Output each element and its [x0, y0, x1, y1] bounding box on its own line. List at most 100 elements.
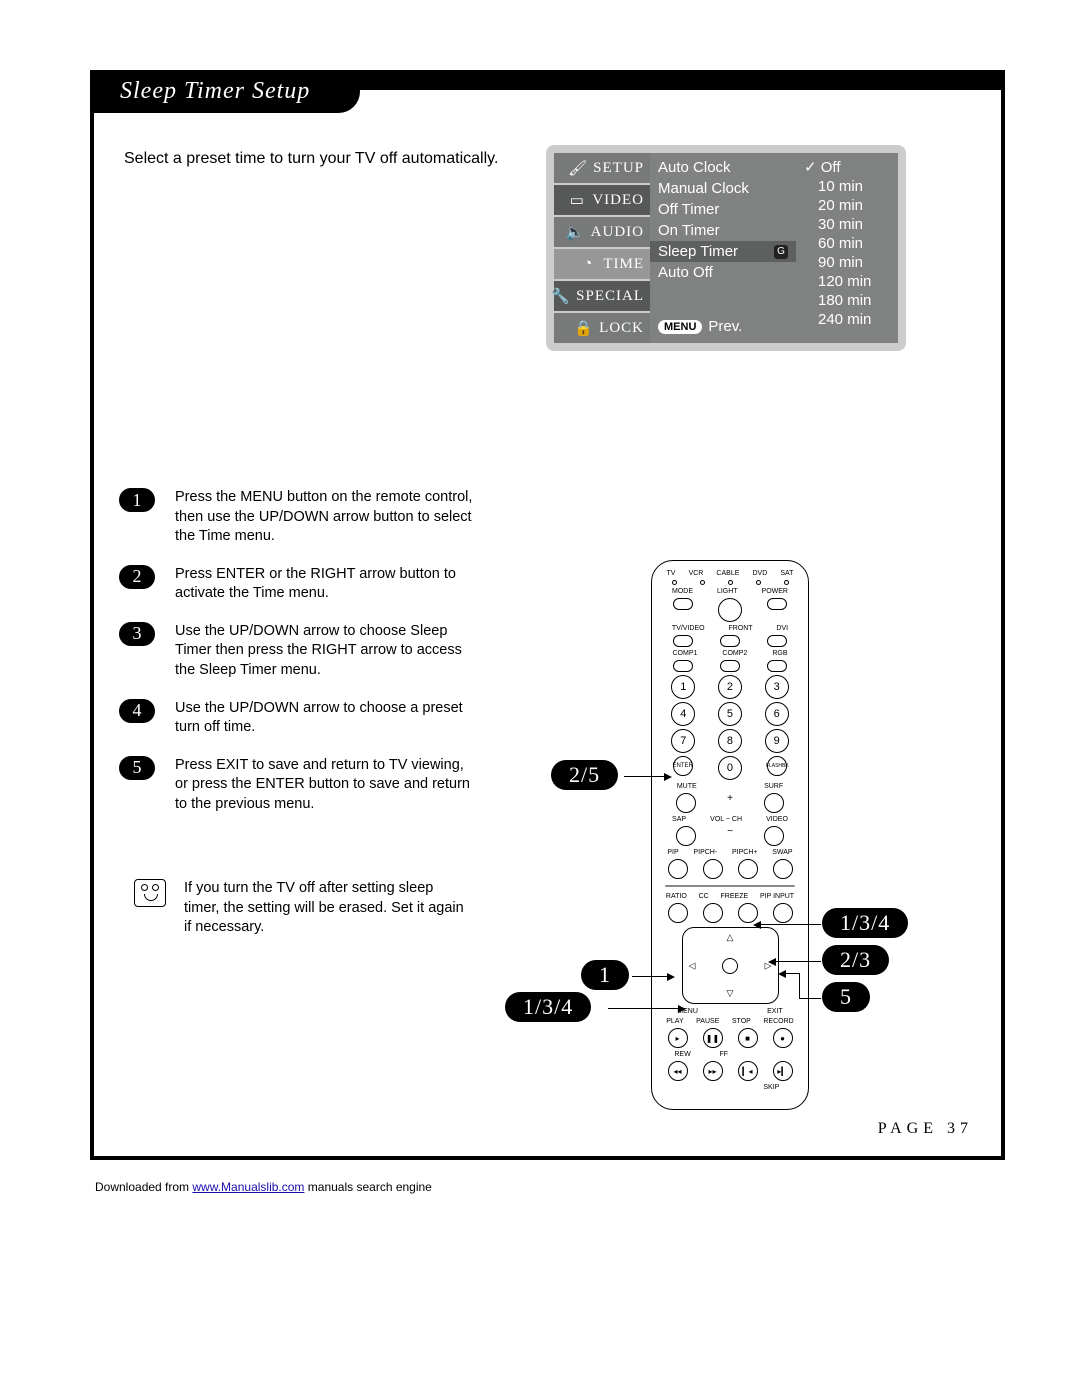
remote-label: SURF: [764, 783, 783, 790]
osd-option: 90 min: [804, 253, 890, 272]
note-box: If you turn the TV off after setting sle…: [134, 879, 464, 938]
osd-item: Auto Clock: [658, 157, 788, 178]
wrench-icon: 🔧: [552, 287, 570, 305]
surf-btn: [764, 793, 784, 813]
remote-label: CABLE: [716, 570, 739, 577]
remote-label: VIDEO: [766, 816, 788, 823]
manual-page: Sleep Timer Setup Select a preset time t…: [90, 70, 1005, 1160]
clock-icon: ◔: [579, 255, 597, 273]
remote-label: FRONT: [728, 625, 752, 632]
osd-tab-lock: 🔒 LOCK: [554, 313, 650, 343]
callout-2-3: 2/3: [822, 945, 889, 975]
callout-line: [799, 973, 800, 998]
remote-label: FREEZE: [721, 893, 749, 900]
remote-label: DVD: [752, 570, 767, 577]
osd-option: 180 min: [804, 291, 890, 310]
remote-dpad: △▽◁▷: [682, 927, 779, 1004]
step-number: 5: [119, 756, 155, 780]
remote-control: TV VCR CABLE DVD SAT MODE LIGHT POWER TV…: [651, 560, 809, 1110]
speaker-icon: 🔈: [567, 223, 585, 241]
remote-enter: ENTER: [673, 756, 693, 776]
callout-5: 5: [822, 982, 870, 1012]
mute-btn: [676, 793, 696, 813]
osd-tab-audio: 🔈 AUDIO: [554, 217, 650, 247]
osd-item: Auto Off: [658, 262, 788, 283]
remote-label: PIP INPUT: [760, 893, 794, 900]
step-number: 2: [119, 565, 155, 589]
remote-label: SAT: [780, 570, 793, 577]
osd-label: VIDEO: [592, 192, 644, 209]
step-5: 5 Press EXIT to save and return to TV vi…: [119, 756, 479, 815]
step-text: Use the UP/DOWN arrow to choose Sleep Ti…: [175, 622, 479, 681]
g-badge-icon: G: [774, 245, 788, 259]
osd-item: Manual Clock: [658, 178, 788, 199]
remote-label: EXIT: [767, 1008, 783, 1015]
remote-num: 5: [718, 702, 742, 726]
osd-label: TIME: [603, 256, 644, 273]
osd-tab-special: 🔧 SPECIAL: [554, 281, 650, 311]
osd-label: SETUP: [593, 160, 644, 177]
remote-label: POWER: [762, 588, 788, 595]
osd-option: 120 min: [804, 272, 890, 291]
remote-label: MODE: [672, 588, 693, 595]
remote-label: PLAY: [666, 1018, 683, 1025]
lock-icon: 🔒: [575, 319, 593, 337]
remote-num: 0: [718, 756, 742, 780]
remote-num: 9: [765, 729, 789, 753]
note-text: If you turn the TV off after setting sle…: [184, 879, 464, 938]
remote-label: PIP: [667, 849, 678, 856]
osd-label: LOCK: [599, 320, 644, 337]
osd-sidebar: 🖌 SETUP ▭ VIDEO 🔈 AUDIO ◔ TIME 🔧 SP: [554, 153, 650, 343]
remote-num: 1: [671, 675, 695, 699]
callout-line: [799, 998, 821, 999]
remote-label: CC: [699, 893, 709, 900]
callout-line: [776, 961, 821, 962]
remote-label: RECORD: [763, 1018, 793, 1025]
step-3: 3 Use the UP/DOWN arrow to choose Sleep …: [119, 622, 479, 681]
osd-option: 10 min: [804, 177, 890, 196]
step-text: Press the MENU button on the remote cont…: [175, 488, 479, 547]
step-text: Press EXIT to save and return to TV view…: [175, 756, 479, 815]
remote-label: PIPCH-: [693, 849, 717, 856]
remote-num: 8: [718, 729, 742, 753]
osd-option: Off: [804, 157, 890, 177]
remote-label: FF: [719, 1051, 728, 1058]
section-title: Sleep Timer Setup: [90, 70, 360, 113]
osd-tab-time: ◔ TIME: [554, 249, 650, 279]
dl-suffix: manuals search engine: [308, 1180, 432, 1194]
remote-label: SWAP: [772, 849, 792, 856]
callout-1: 1: [581, 960, 629, 990]
remote-label: VOL: [710, 816, 724, 823]
remote-label: SKIP: [763, 1084, 779, 1091]
osd-item-selected: Sleep Timer G: [650, 241, 796, 262]
manualslib-link[interactable]: www.Manualslib.com: [192, 1180, 304, 1194]
remote-label: REW: [674, 1051, 690, 1058]
remote-label: RATIO: [666, 893, 687, 900]
osd-label: SPECIAL: [576, 288, 644, 305]
step-number: 1: [119, 488, 155, 512]
dl-prefix: Downloaded from: [95, 1180, 192, 1194]
remote-label: COMP2: [722, 650, 747, 657]
paint-icon: 🖌: [569, 159, 587, 177]
callout-2-5: 2/5: [551, 760, 618, 790]
osd-item: On Timer: [658, 220, 788, 241]
remote-label: MUTE: [677, 783, 697, 790]
callout-line: [632, 976, 667, 977]
osd-item: Off Timer: [658, 199, 788, 220]
remote-label: VCR: [689, 570, 704, 577]
menu-badge: MENU: [658, 320, 702, 334]
step-number: 3: [119, 622, 155, 646]
page-number: PAGE 37: [878, 1120, 973, 1138]
osd-selected-label: Sleep Timer: [658, 243, 738, 260]
remote-label: TV: [667, 570, 676, 577]
download-footer: Downloaded from www.Manualslib.com manua…: [95, 1180, 1005, 1194]
remote-flashbk: FLASHBK: [767, 756, 787, 776]
osd-tab-setup: 🖌 SETUP: [554, 153, 650, 183]
osd-option: 240 min: [804, 310, 890, 329]
osd-tab-video: ▭ VIDEO: [554, 185, 650, 215]
remote-num: 6: [765, 702, 789, 726]
remote-label: PAUSE: [696, 1018, 719, 1025]
osd-option: 30 min: [804, 215, 890, 234]
osd-option: 60 min: [804, 234, 890, 253]
osd-submenu: Auto Clock Manual Clock Off Timer On Tim…: [650, 153, 796, 343]
